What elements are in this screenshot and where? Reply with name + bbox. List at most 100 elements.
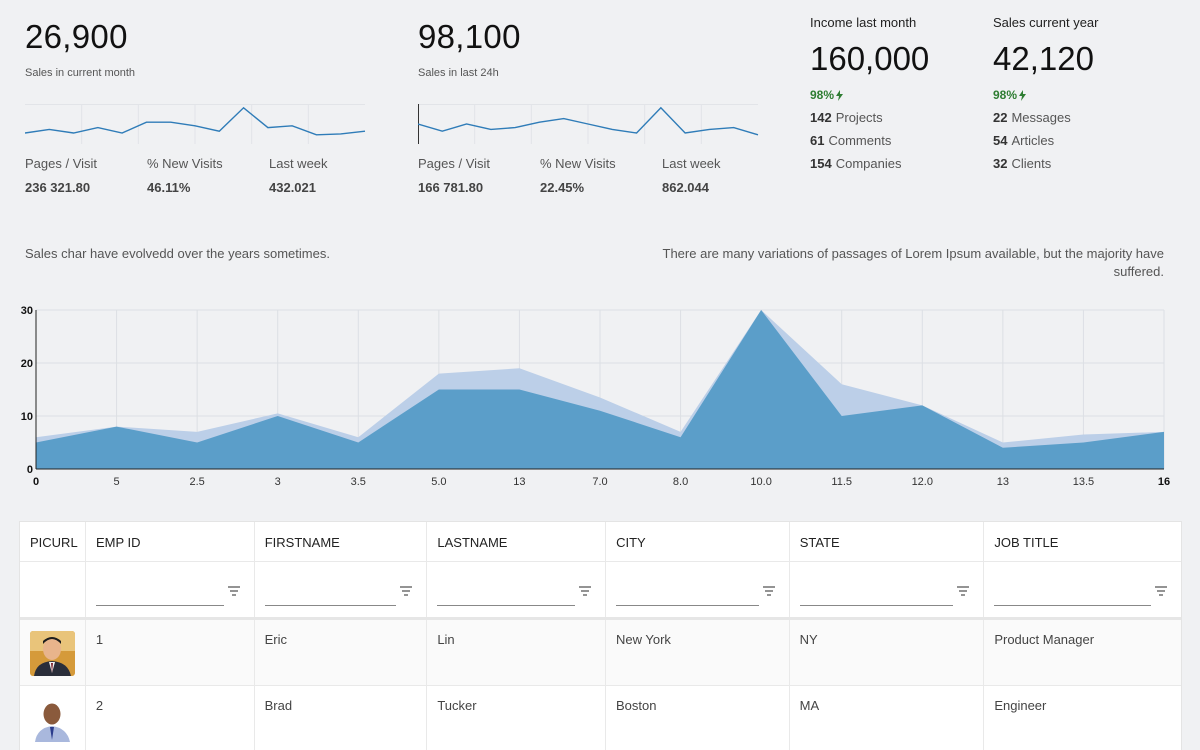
table-row[interactable]: 2 Brad Tucker Boston MA Engineer: [20, 686, 1181, 750]
description-line: suffered.: [1113, 264, 1164, 279]
stat-label: Projects: [835, 110, 883, 125]
cell-emp-id: 1: [86, 620, 255, 685]
stat-label: Articles: [1011, 133, 1055, 148]
x-tick-label: 8.0: [673, 476, 688, 488]
avatar: [30, 697, 75, 742]
metric-value: 236 321.80: [25, 180, 91, 195]
column-header-job-title[interactable]: JOB TITLE: [984, 522, 1181, 561]
x-tick-label: 3: [275, 476, 281, 488]
metric-label: Last week: [662, 156, 721, 171]
stat-title: Income last month: [810, 15, 917, 30]
metric-last-week: Last week 432.021: [269, 156, 391, 195]
column-header-firstname[interactable]: FIRSTNAME: [255, 522, 428, 561]
kpi-sales-current-month: 26,900 Sales in current month Pages / Vi…: [25, 20, 370, 195]
kpi-subtitle: Sales in last 24h: [418, 67, 499, 79]
filter-icon[interactable]: [762, 586, 775, 596]
stat-row-companies: 154 Companies: [810, 156, 990, 171]
income-last-month-panel: Income last month 160,000 98% 142 Project…: [810, 15, 990, 171]
filter-icon[interactable]: [957, 586, 970, 596]
y-tick-label: 0: [27, 464, 33, 476]
metric-label: Last week: [269, 156, 328, 171]
stat-row-comments: 61 Comments: [810, 133, 990, 148]
metric-label: Pages / Visit: [25, 156, 98, 171]
x-tick-label: 13: [513, 476, 525, 488]
metric-new-visits: % New Visits 22.45%: [540, 156, 662, 195]
filter-cell-firstname: [255, 562, 428, 617]
x-tick-label: 2.5: [189, 476, 204, 488]
filter-icon[interactable]: [400, 586, 413, 596]
metric-label: % New Visits: [147, 156, 223, 171]
filter-cell-city: [606, 562, 790, 617]
filter-input-state[interactable]: [799, 605, 954, 606]
filter-icon[interactable]: [579, 586, 591, 596]
column-header-emp-id[interactable]: EMP ID: [86, 522, 255, 561]
cell-picurl: [20, 620, 86, 685]
percent-text: 98%: [810, 88, 835, 102]
cell-city: Boston: [606, 686, 790, 750]
filter-cell-state: [790, 562, 985, 617]
stat-value: 160,000: [810, 40, 930, 77]
filter-input-job-title[interactable]: [994, 605, 1151, 606]
x-tick-label: 12.0: [912, 476, 933, 488]
stat-count: 154: [810, 156, 832, 171]
stat-percent: 98%: [810, 88, 990, 102]
stat-count: 142: [810, 110, 832, 125]
filter-input-emp-id[interactable]: [95, 605, 224, 606]
percent-text: 98%: [993, 88, 1018, 102]
filter-cell-empty: [20, 562, 86, 617]
filter-input-city[interactable]: [616, 605, 759, 606]
stat-label: Companies: [835, 156, 902, 171]
table-row[interactable]: 1 Eric Lin New York NY Product Manager: [20, 620, 1181, 686]
y-tick-label: 10: [21, 411, 33, 423]
x-tick-label: 7.0: [592, 476, 607, 488]
sparkline-chart: [418, 104, 763, 144]
x-tick-label: 16: [1158, 476, 1170, 488]
cell-job-title: Product Manager: [994, 632, 1095, 647]
x-tick-label: 10.0: [750, 476, 771, 488]
chart-description-right: There are many variations of passages of…: [604, 245, 1164, 281]
filter-input-lastname[interactable]: [437, 605, 575, 606]
cell-state: NY: [790, 620, 985, 685]
stat-row-clients: 32 Clients: [993, 156, 1173, 171]
x-tick-label: 3.5: [351, 476, 366, 488]
column-header-lastname[interactable]: LASTNAME: [427, 522, 607, 561]
cell-city: New York: [606, 620, 790, 685]
cell-job-title: Engineer: [994, 698, 1047, 713]
filter-input-firstname[interactable]: [264, 605, 397, 606]
filter-cell-lastname: [427, 562, 606, 617]
cell-picurl: [20, 686, 86, 750]
cell-lastname: Tucker: [427, 686, 606, 750]
filter-icon[interactable]: [227, 586, 240, 596]
avatar: [30, 631, 75, 676]
metric-value: 862.044: [662, 180, 709, 195]
x-tick-label: 13.5: [1073, 476, 1094, 488]
stat-row-articles: 54 Articles: [993, 133, 1173, 148]
cell-state: MA: [790, 686, 985, 750]
metric-label: % New Visits: [540, 156, 616, 171]
column-header-state[interactable]: STATE: [790, 522, 985, 561]
stat-row-projects: 142 Projects: [810, 110, 990, 125]
filter-cell-emp-id: [86, 562, 255, 617]
bolt-icon: [836, 89, 844, 101]
metric-value: 46.11%: [147, 180, 191, 195]
stat-count: 22: [993, 110, 1008, 125]
column-header-picurl[interactable]: PICURL: [20, 522, 86, 561]
grid-header-row: PICURL EMP ID FIRSTNAME LASTNAME CITY ST…: [20, 522, 1181, 562]
kpi-subtitle: Sales in current month: [25, 67, 136, 79]
employee-grid: PICURL EMP ID FIRSTNAME LASTNAME CITY ST…: [19, 521, 1182, 750]
chart-description-left: Sales char have evolvedd over the years …: [25, 246, 330, 261]
stat-percent: 98%: [993, 88, 1173, 102]
column-header-city[interactable]: CITY: [606, 522, 790, 561]
sales-current-year-panel: Sales current year 42,120 98% 22 Messages…: [993, 15, 1173, 171]
sparkline-chart: [25, 104, 370, 144]
filter-icon[interactable]: [1154, 586, 1167, 596]
kpi-sales-last-24h: 98,100 Sales in last 24h Pages / Visit 1…: [418, 20, 763, 195]
stat-label: Clients: [1011, 156, 1052, 171]
stat-label: Messages: [1011, 110, 1071, 125]
x-tick-label: 5.0: [431, 476, 446, 488]
x-tick-label: 11.5: [831, 476, 852, 488]
y-tick-label: 20: [21, 358, 33, 370]
stat-count: 61: [810, 133, 825, 148]
x-tick-label: 13: [997, 476, 1009, 488]
metric-new-visits: % New Visits 46.11%: [147, 156, 269, 195]
